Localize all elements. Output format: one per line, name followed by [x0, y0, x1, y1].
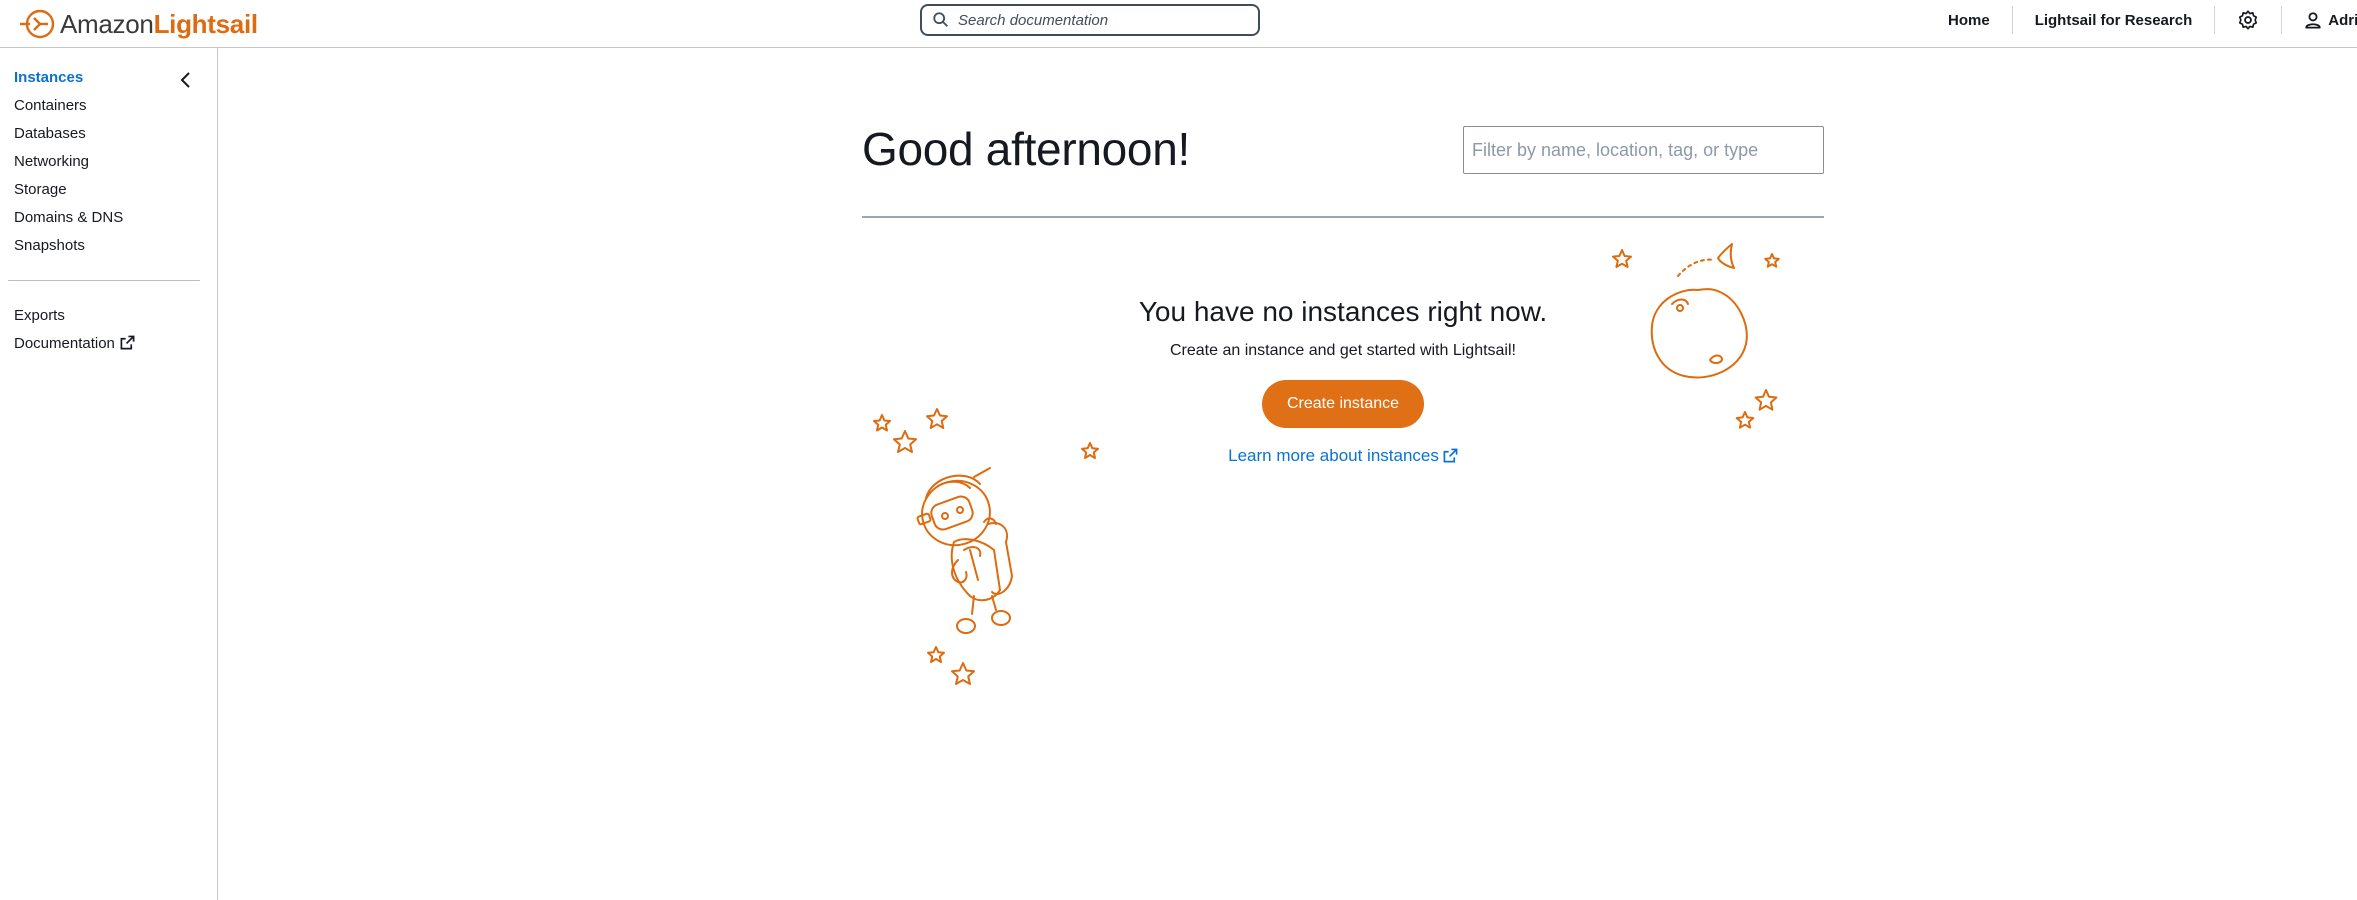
star-icon [927, 646, 945, 663]
sidebar-item-instances[interactable]: Instances [14, 69, 83, 86]
nav-home-link[interactable]: Home [1948, 12, 1990, 29]
lightsail-logo[interactable]: AmazonLightsail [18, 4, 258, 44]
top-nav-links: Home Lightsail for Research Adrian [1948, 0, 2357, 40]
empty-state-subtitle: Create an instance and get started with … [1170, 342, 1516, 359]
user-name: Adrian [2328, 11, 2357, 29]
sidebar-item-documentation-label: Documentation [14, 335, 115, 352]
logo-text-amazon: Amazon [60, 8, 154, 39]
star-icon [926, 408, 948, 429]
header-divider [862, 216, 1824, 218]
sidebar-item-storage[interactable]: Storage [14, 181, 67, 198]
top-navigation-bar: AmazonLightsail Home Lightsail for Resea… [0, 0, 2357, 48]
moon-illustration [1612, 243, 1780, 429]
gear-icon[interactable] [2237, 9, 2259, 31]
search-input[interactable] [958, 11, 1228, 29]
create-instance-button[interactable]: Create instance [1262, 380, 1424, 428]
sidebar-item-containers[interactable]: Containers [14, 97, 87, 114]
greeting-heading: Good afternoon! [862, 123, 1190, 175]
star-icon [893, 430, 917, 453]
nav-divider [2214, 6, 2216, 34]
lightsail-logo-icon [20, 9, 55, 39]
nav-divider [2281, 6, 2283, 34]
learn-more-label: Learn more about instances [1228, 446, 1439, 465]
external-link-icon [1443, 448, 1458, 463]
nav-research-link[interactable]: Lightsail for Research [2035, 12, 2193, 29]
collapse-sidebar-icon[interactable] [176, 70, 196, 90]
star-icon [1754, 389, 1778, 411]
star-icon [1764, 253, 1780, 268]
star-icon [873, 414, 891, 432]
nav-divider [2011, 6, 2013, 34]
side-navigation: Instances Containers Databases Networkin… [0, 48, 218, 900]
external-link-icon [120, 335, 135, 350]
robot-illustration [873, 408, 1099, 685]
star-icon [1735, 411, 1755, 429]
sidebar-item-exports[interactable]: Exports [14, 307, 65, 324]
search-icon [933, 12, 948, 27]
sidebar-divider [8, 280, 200, 281]
user-icon [2305, 12, 2321, 29]
empty-state-title: You have no instances right now. [1138, 296, 1548, 327]
star-icon [1612, 249, 1632, 268]
learn-more-instances-link[interactable]: Learn more about instances [1040, 446, 1646, 466]
star-icon [1081, 442, 1099, 459]
filter-instances-input[interactable] [1463, 126, 1824, 174]
sidebar-item-databases[interactable]: Databases [14, 125, 86, 142]
sidebar-item-snapshots[interactable]: Snapshots [14, 237, 85, 254]
user-menu[interactable]: Adrian [2304, 11, 2357, 29]
sidebar-item-networking[interactable]: Networking [14, 153, 89, 170]
sidebar-item-documentation[interactable]: Documentation [14, 335, 135, 352]
sidebar-item-domains-dns[interactable]: Domains & DNS [14, 209, 123, 226]
logo-text-lightsail: Lightsail [153, 8, 259, 39]
search-documentation[interactable] [920, 4, 1260, 36]
star-icon [951, 662, 975, 685]
